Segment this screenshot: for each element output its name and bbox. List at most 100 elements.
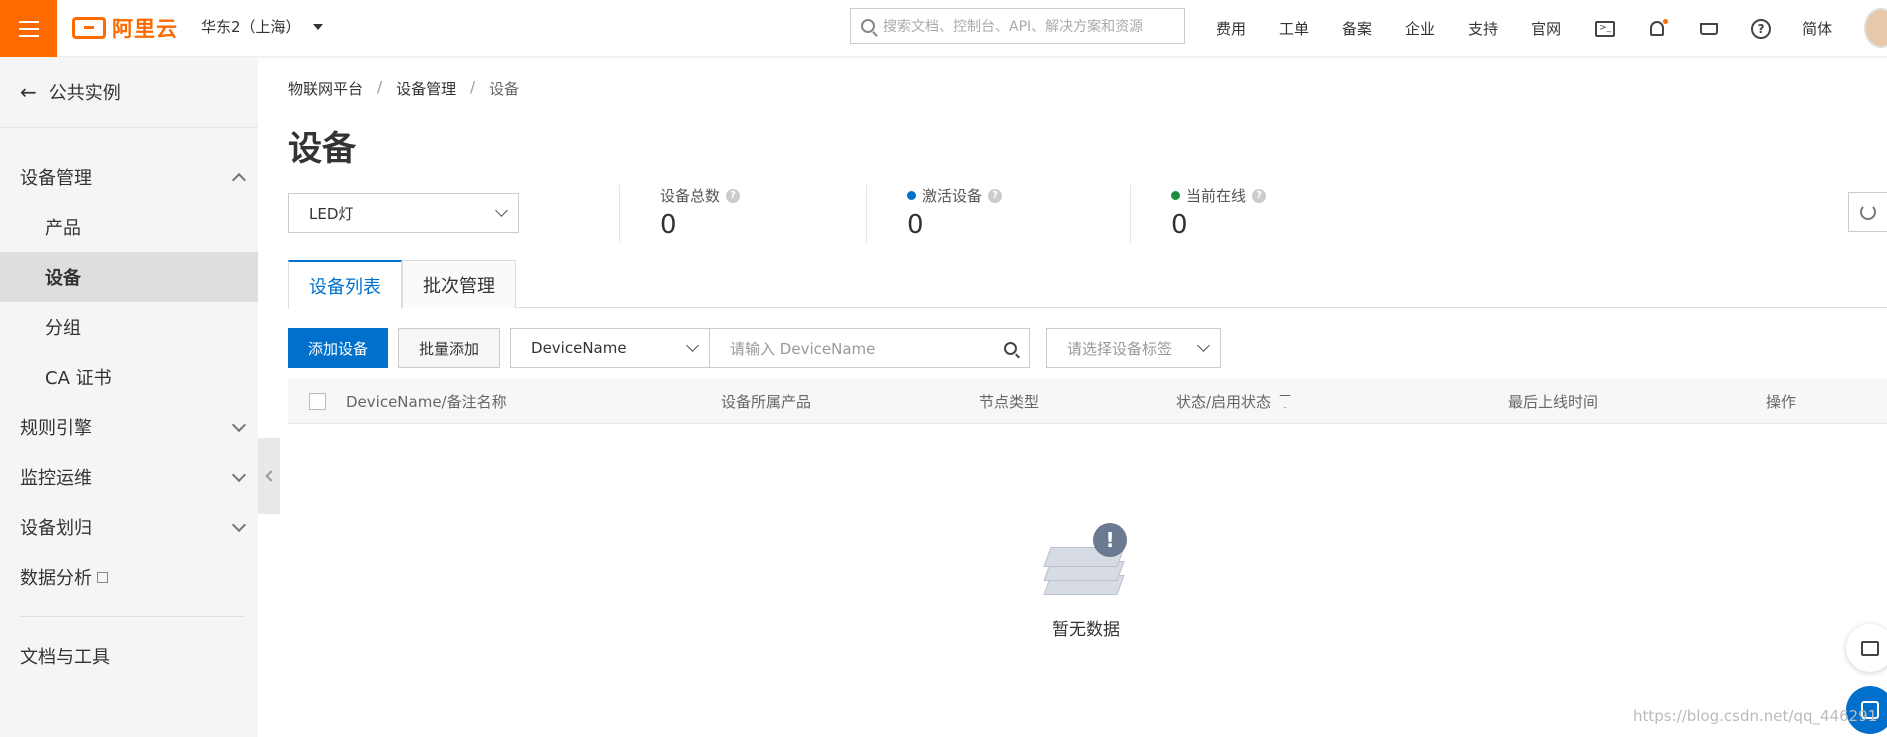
- sidebar-group-monitoring[interactable]: 监控运维: [0, 452, 258, 502]
- col-node-type: 节点类型: [979, 378, 1039, 424]
- chevron-down-icon: [1197, 339, 1210, 352]
- stat-label: 激活设备: [922, 187, 983, 205]
- cart-icon: [1700, 22, 1719, 35]
- sidebar-group-device-assignment[interactable]: 设备划归: [0, 502, 258, 552]
- filter-icon[interactable]: [1279, 394, 1292, 408]
- sidebar-group-label: 规则引擎: [20, 418, 92, 439]
- sidebar-item-ca-cert[interactable]: CA 证书: [0, 352, 258, 402]
- search-icon: [861, 19, 875, 33]
- nav-official-site[interactable]: 官网: [1531, 18, 1561, 39]
- nav-tickets[interactable]: 工单: [1279, 18, 1309, 39]
- column-header: 状态/启用状态: [1176, 392, 1272, 411]
- sidebar-group-device-management[interactable]: 设备管理: [0, 152, 258, 202]
- select-all-checkbox[interactable]: [309, 392, 326, 410]
- sidebar-item-data-analysis[interactable]: 数据分析: [0, 552, 258, 602]
- terminal-icon: >_: [1595, 20, 1616, 37]
- chevron-left-icon: [264, 470, 277, 482]
- brand-name: 阿里云: [112, 17, 178, 41]
- nav-enterprise[interactable]: 企业: [1405, 18, 1435, 39]
- help-icon[interactable]: ?: [1252, 188, 1267, 203]
- help-button[interactable]: ?: [1750, 18, 1772, 40]
- col-device-name: DeviceName/备注名称: [346, 378, 507, 424]
- chat-button[interactable]: [1846, 624, 1887, 672]
- back-to-instances[interactable]: ← 公共实例: [0, 57, 258, 128]
- terminal-button[interactable]: >_: [1594, 18, 1616, 40]
- watermark: https://blog.csdn.net/qq_446291: [1633, 707, 1878, 725]
- add-device-button[interactable]: 添加设备: [288, 328, 389, 368]
- search-field-select[interactable]: DeviceName: [510, 328, 711, 368]
- chevron-down-icon: [231, 467, 247, 482]
- select-all-cell: [309, 378, 326, 424]
- col-last-online: 最后上线时间: [1508, 378, 1598, 424]
- region-label: 华东2（上海）: [201, 18, 301, 36]
- help-icon: ?: [1751, 18, 1772, 39]
- breadcrumb-device-management[interactable]: 设备管理: [396, 78, 456, 99]
- batch-add-button[interactable]: 批量添加: [398, 328, 501, 368]
- stat-activated-devices: 激活设备 ? 0: [866, 185, 1003, 243]
- product-select-value: LED灯: [309, 204, 354, 223]
- column-header: DeviceName/备注名称: [346, 392, 507, 411]
- avatar[interactable]: [1864, 8, 1887, 48]
- brand-logo[interactable]: 阿里云: [72, 13, 178, 43]
- sidebar-group-label: 设备管理: [20, 168, 92, 189]
- cart-button[interactable]: [1698, 18, 1720, 40]
- stat-value: 0: [907, 210, 924, 240]
- language-switch[interactable]: 简体: [1802, 18, 1832, 39]
- sidebar-item-docs-tools[interactable]: 文档与工具: [0, 631, 258, 681]
- sidebar-item-label: 数据分析: [20, 568, 92, 589]
- refresh-button[interactable]: [1848, 192, 1887, 232]
- top-bar: 阿里云 华东2（上海） 搜索文档、控制台、API、解决方案和资源 费用 工单 备…: [0, 0, 1887, 57]
- help-icon[interactable]: ?: [726, 188, 741, 203]
- stat-label-row: 设备总数 ?: [660, 185, 741, 206]
- notifications-button[interactable]: [1646, 18, 1669, 40]
- search-input-placeholder: 请输入 DeviceName: [730, 339, 876, 358]
- product-select[interactable]: LED灯: [288, 193, 519, 233]
- sidebar-item-groups[interactable]: 分组: [0, 302, 258, 352]
- toolbar: 添加设备 批量添加 DeviceName 请输入 DeviceName 请选择设…: [288, 328, 1222, 368]
- nav-icp[interactable]: 备案: [1342, 18, 1372, 39]
- empty-state: ! 暂无数据: [1026, 523, 1146, 640]
- global-search[interactable]: 搜索文档、控制台、API、解决方案和资源: [850, 8, 1185, 44]
- status-dot-icon: [907, 191, 916, 200]
- top-nav: 费用 工单 备案 企业 支持 官网 >_ ? 简体: [1216, 0, 1862, 57]
- device-name-search-input[interactable]: 请输入 DeviceName: [710, 328, 1031, 368]
- tab-batch-management[interactable]: 批次管理: [402, 260, 516, 308]
- breadcrumb-iot-platform[interactable]: 物联网平台: [288, 78, 363, 99]
- chevron-down-icon: [231, 417, 247, 432]
- breadcrumb: 物联网平台 / 设备管理 / 设备: [288, 78, 519, 99]
- nav-fees[interactable]: 费用: [1216, 18, 1246, 39]
- breadcrumb-current: 设备: [489, 80, 520, 98]
- sidebar-item-label: 文档与工具: [20, 647, 110, 668]
- col-actions: 操作: [1766, 378, 1796, 424]
- chevron-down-icon: [686, 339, 699, 352]
- sidebar-group-label: 设备划归: [20, 518, 92, 539]
- sidebar-item-products[interactable]: 产品: [0, 202, 258, 252]
- device-search-group: DeviceName 请输入 DeviceName: [510, 328, 1031, 368]
- tag-select-placeholder: 请选择设备标签: [1067, 339, 1173, 358]
- notification-dot: [1663, 18, 1669, 24]
- chevron-down-icon: [495, 204, 508, 217]
- sidebar: ← 公共实例 设备管理 产品 设备 分组 CA 证书 规则引擎 监控运维 设备划…: [0, 57, 258, 737]
- stat-label: 设备总数: [660, 187, 721, 205]
- sidebar-group-rule-engine[interactable]: 规则引擎: [0, 402, 258, 452]
- caret-down-icon: [312, 23, 323, 30]
- sidebar-collapse-button[interactable]: [258, 438, 280, 514]
- menu-icon[interactable]: [0, 0, 57, 57]
- empty-state-text: 暂无数据: [1052, 620, 1120, 640]
- tab-device-list[interactable]: 设备列表: [288, 260, 402, 309]
- help-icon[interactable]: ?: [988, 188, 1003, 203]
- search-field-value: DeviceName: [531, 339, 627, 357]
- sidebar-item-devices[interactable]: 设备: [0, 252, 258, 302]
- external-link-icon: [97, 571, 108, 583]
- breadcrumb-separator: /: [470, 78, 476, 96]
- column-header: 操作: [1766, 392, 1797, 411]
- search-icon[interactable]: [1004, 341, 1018, 355]
- search-placeholder: 搜索文档、控制台、API、解决方案和资源: [883, 19, 1144, 35]
- region-selector[interactable]: 华东2（上海）: [201, 16, 323, 37]
- status-dot-icon: [1171, 191, 1180, 200]
- chevron-down-icon: [231, 517, 247, 532]
- nav-support[interactable]: 支持: [1468, 18, 1498, 39]
- device-tag-select[interactable]: 请选择设备标签: [1046, 328, 1222, 368]
- tab-bar: 设备列表 批次管理: [288, 260, 1887, 309]
- arrow-left-icon: ←: [20, 80, 37, 104]
